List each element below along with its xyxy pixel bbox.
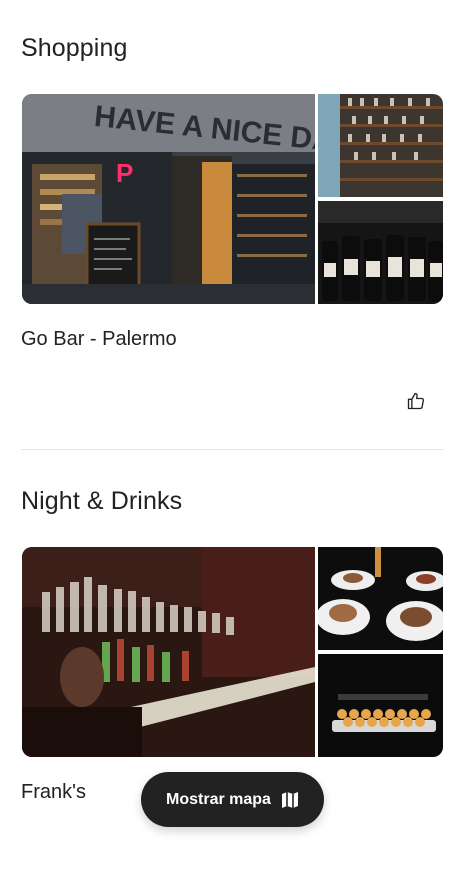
map-icon (281, 791, 298, 808)
section-title-shopping: Shopping (21, 34, 128, 62)
photo-gallery-go-bar[interactable]: HAVE A NICE DAY! P (22, 94, 443, 304)
section-divider (21, 449, 444, 450)
thumbs-up-icon (407, 392, 425, 410)
photo-bar-bottles[interactable] (22, 547, 315, 757)
section-title-night-drinks: Night & Drinks (21, 487, 183, 515)
place-name-franks[interactable]: Frank's (21, 781, 86, 804)
show-map-button[interactable]: Mostrar mapa (141, 772, 324, 827)
place-name-go-bar[interactable]: Go Bar - Palermo (21, 328, 177, 351)
photo-wine-shelves[interactable] (318, 94, 443, 197)
svg-text:P: P (116, 158, 133, 188)
photo-gallery-franks[interactable] (22, 547, 443, 757)
like-button[interactable] (403, 388, 429, 414)
photo-food-plates[interactable] (318, 547, 443, 650)
photo-storefront[interactable]: HAVE A NICE DAY! P (22, 94, 315, 304)
photo-wine-bottles[interactable] (318, 201, 443, 304)
show-map-label: Mostrar mapa (166, 790, 271, 808)
photo-appetizers[interactable] (318, 654, 443, 757)
